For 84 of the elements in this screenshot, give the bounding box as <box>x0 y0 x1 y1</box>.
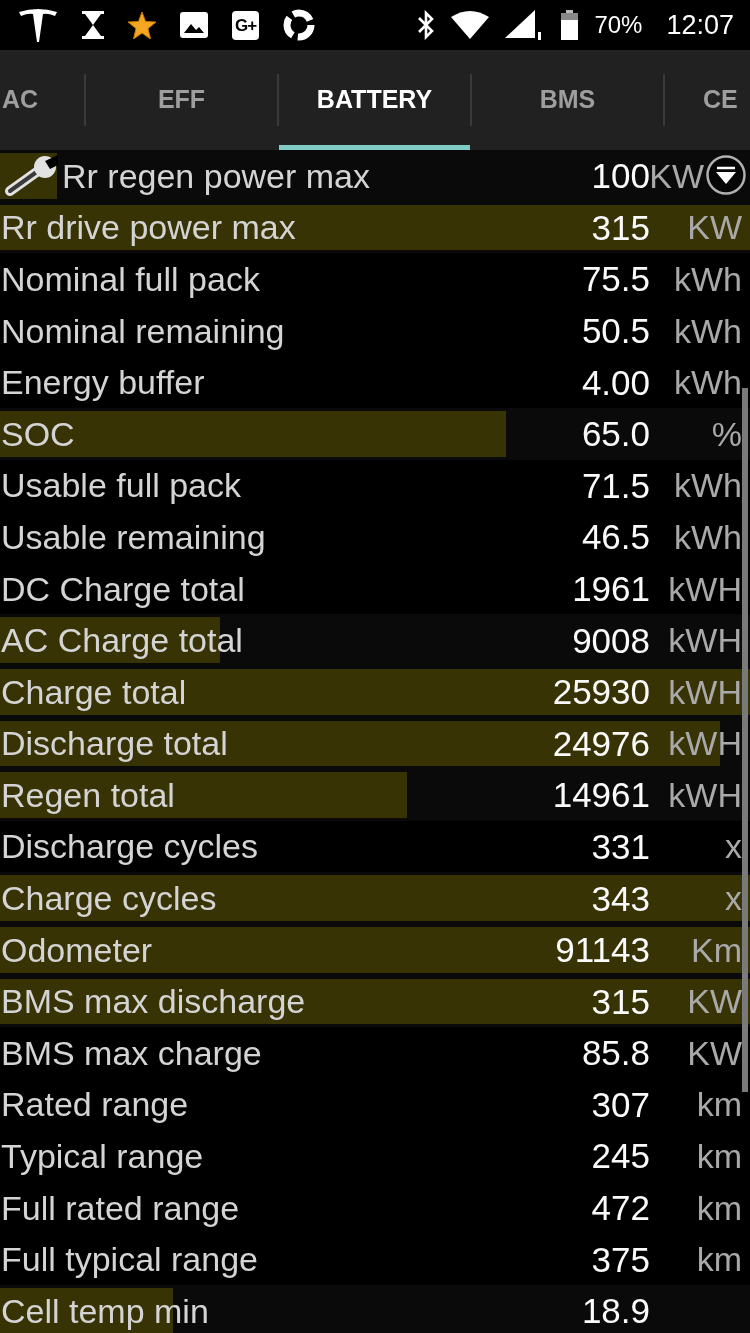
row-value: 25930 <box>552 672 650 712</box>
row-unit: kWH <box>668 672 742 711</box>
row-value: 85.8 <box>581 1033 650 1073</box>
row-value: 75.5 <box>581 259 650 299</box>
row-label: Full typical range <box>1 1240 258 1279</box>
ring-logo-icon <box>283 9 316 41</box>
row-unit: x <box>725 827 742 866</box>
row-unit: km <box>696 1188 742 1227</box>
row-value: 46.5 <box>581 517 650 557</box>
battery-percent: 70% <box>594 13 643 37</box>
row-unit: km <box>696 1240 742 1279</box>
row-value: 307 <box>591 1084 650 1125</box>
clock-time: 12:07 <box>666 11 734 39</box>
row-unit: kWh <box>674 311 742 350</box>
tab[interactable]: AC <box>0 50 84 150</box>
row-unit: x <box>725 879 742 918</box>
wifi-icon <box>451 11 490 39</box>
row-label: Nominal full pack <box>1 259 260 298</box>
row-label: Regen total <box>1 775 175 814</box>
row-label: Rr drive power max <box>1 208 296 247</box>
row-label: Rated range <box>1 1085 189 1124</box>
row-value: 4.00 <box>581 362 650 402</box>
row-value: 245 <box>591 1136 650 1176</box>
row-unit: KW <box>649 156 704 195</box>
row-value: 24976 <box>552 723 650 763</box>
row-value: 331 <box>591 826 650 867</box>
image-icon <box>180 12 208 38</box>
row-label: Full rated range <box>1 1188 240 1227</box>
row-unit: % <box>711 414 742 453</box>
row-unit: KW <box>687 1033 742 1072</box>
row-label: AC Charge total <box>1 621 243 660</box>
dropdown-circle-icon[interactable] <box>706 155 746 195</box>
row-value: 9008 <box>572 620 650 660</box>
row-unit: kWh <box>674 259 742 298</box>
row-label: Usable remaining <box>1 517 266 556</box>
row-value: 18.9 <box>581 1291 650 1331</box>
row-label: Usable full pack <box>1 466 241 505</box>
tab[interactable]: BMS <box>472 50 663 150</box>
row-label: DC Charge total <box>1 569 245 608</box>
row-value: 315 <box>591 207 650 247</box>
row-label: BMS max charge <box>1 1033 262 1072</box>
row-label: BMS max discharge <box>1 982 306 1021</box>
row-value: 343 <box>591 878 650 918</box>
row-value: 315 <box>591 981 650 1021</box>
t-logo-icon <box>18 8 58 42</box>
row-value: 71.5 <box>581 465 650 505</box>
row-unit: km <box>696 1137 742 1176</box>
hourglass-icon <box>82 11 104 39</box>
row-label: Discharge total <box>1 724 228 763</box>
row-label: Rr regen power max <box>62 156 370 195</box>
battery-icon <box>561 10 579 40</box>
row-value: 375 <box>591 1239 650 1279</box>
row-unit: kWH <box>668 724 742 763</box>
row-label: Discharge cycles <box>1 827 258 866</box>
row-label: Nominal remaining <box>1 311 285 350</box>
row-value: 91143 <box>555 930 650 970</box>
row-unit: kWh <box>674 363 742 402</box>
row-label: Cell temp min <box>1 1291 209 1330</box>
row-value: 100 <box>591 156 650 196</box>
tab[interactable]: CE <box>665 50 750 150</box>
row-unit: Km <box>691 930 742 969</box>
row-unit: KW <box>687 982 742 1021</box>
row-label: Energy buffer <box>1 363 205 402</box>
row-label: SOC <box>1 414 75 453</box>
row-value: 14961 <box>552 775 650 815</box>
tab[interactable]: EFF <box>86 50 277 150</box>
row-value: 1961 <box>572 568 650 609</box>
row-unit: KW <box>687 208 742 247</box>
row-label: Odometer <box>1 930 153 969</box>
row-unit: kWH <box>668 621 742 660</box>
notification-app-tile: G+ <box>232 10 260 40</box>
row-unit: kWh <box>674 466 742 505</box>
row-value: 50.5 <box>581 311 650 351</box>
star-icon <box>128 11 156 39</box>
row-value: 472 <box>591 1188 650 1228</box>
row-label: Charge total <box>1 672 187 711</box>
bluetooth-icon <box>417 10 436 40</box>
row-unit: kWH <box>668 775 742 814</box>
row-unit: kWH <box>668 569 742 608</box>
row-unit: kWh <box>674 517 742 556</box>
row-label: Typical range <box>1 1137 204 1176</box>
row-label: Charge cycles <box>1 879 217 918</box>
row-value: 65.0 <box>581 414 650 454</box>
row-unit: km <box>696 1085 742 1124</box>
